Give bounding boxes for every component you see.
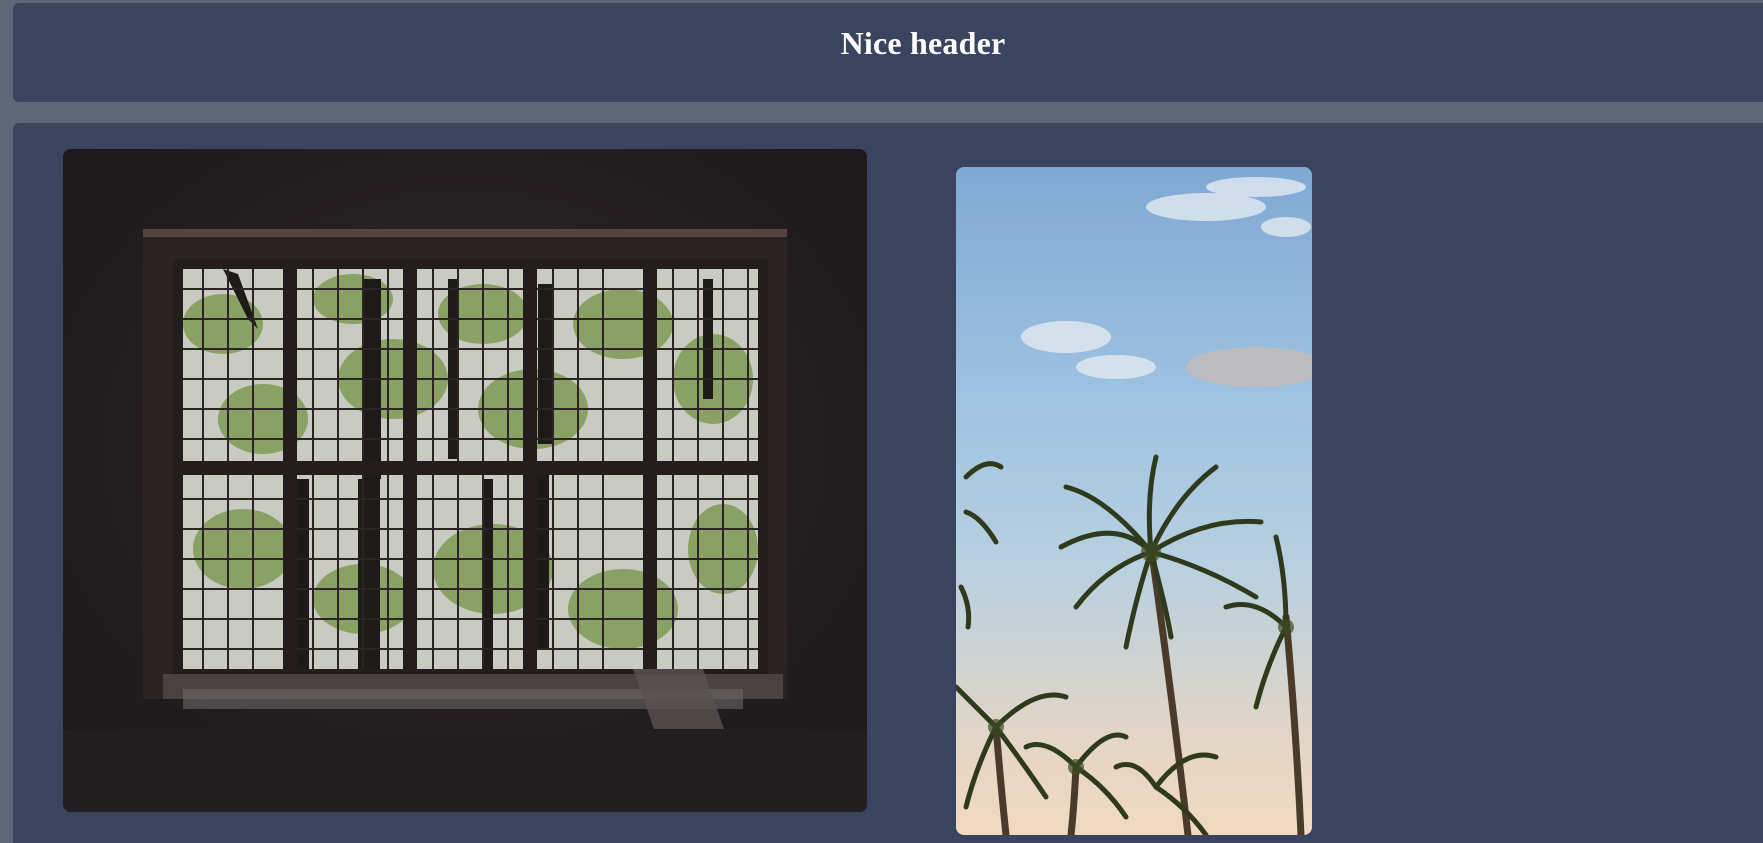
page-title: Nice header	[840, 25, 1006, 61]
palm-trees-illustration	[956, 177, 1312, 835]
window-image	[63, 149, 867, 812]
window-illustration	[63, 149, 867, 812]
palm-trees-image	[956, 167, 1312, 835]
gallery-panel	[13, 123, 1763, 843]
page-header: Nice header	[13, 3, 1763, 102]
